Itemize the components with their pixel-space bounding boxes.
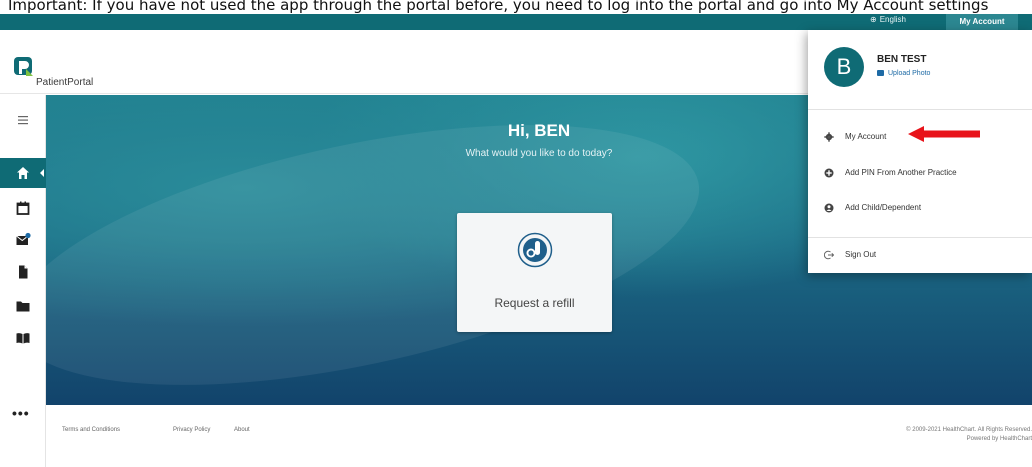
hero-background-sheen xyxy=(46,95,722,405)
footer-link-terms[interactable]: Terms and Conditions xyxy=(62,427,120,433)
page-footer: Terms and Conditions Privacy Policy Abou… xyxy=(46,405,1032,467)
menu-icon xyxy=(18,116,28,125)
menu-item-add-dependent[interactable]: Add Child/Dependent xyxy=(808,195,1032,221)
account-dropdown-menu: B BEN TEST Upload Photo My Account Add P… xyxy=(808,30,1032,273)
sidebar-item-home[interactable] xyxy=(0,158,46,188)
menu-item-label: My Account xyxy=(845,132,887,141)
person-circle-icon xyxy=(824,203,834,213)
sidebar-nav: ••• xyxy=(0,95,46,467)
sidebar-item-education[interactable] xyxy=(0,323,46,353)
sidebar-more-button[interactable]: ••• xyxy=(12,405,30,421)
sign-out-label: Sign Out xyxy=(845,250,877,259)
sidebar-item-documents[interactable] xyxy=(0,257,46,287)
menu-item-sign-out[interactable]: Sign Out xyxy=(808,242,1032,268)
menu-divider xyxy=(808,237,1032,238)
sidebar-item-records[interactable] xyxy=(0,291,46,321)
sidebar-item-appointments[interactable] xyxy=(0,193,46,223)
red-arrow-annotation xyxy=(908,126,980,142)
footer-powered-by: Powered by HealthChart xyxy=(966,436,1032,442)
patient-portal-screen: Important: If you have not used the app … xyxy=(0,0,1032,467)
language-selector[interactable]: ⊕ English xyxy=(870,15,906,24)
gear-icon xyxy=(824,132,834,142)
menu-item-add-pin[interactable]: Add PIN From Another Practice xyxy=(808,160,1032,186)
footer-copyright: © 2009-2021 HealthChart. All Rights Rese… xyxy=(906,427,1032,433)
mail-icon xyxy=(16,232,31,245)
book-icon xyxy=(16,333,30,344)
document-icon xyxy=(19,265,28,279)
user-name: BEN TEST xyxy=(877,54,927,65)
sidebar-item-messages[interactable] xyxy=(0,225,46,255)
menu-item-label: Add PIN From Another Practice xyxy=(845,168,957,177)
my-account-top-button[interactable]: My Account xyxy=(946,14,1018,30)
footer-link-about[interactable]: About xyxy=(234,427,250,433)
pill-icon xyxy=(517,232,553,268)
logo-text[interactable]: PatientPortal xyxy=(36,77,93,88)
upload-photo-link[interactable]: Upload Photo xyxy=(877,70,930,77)
account-menu-header: B BEN TEST Upload Photo xyxy=(808,30,1032,110)
avatar: B xyxy=(824,47,864,87)
logo-icon xyxy=(14,57,33,76)
language-label: English xyxy=(879,15,906,24)
instruction-caption-text: Important: If you have not used the app … xyxy=(8,0,989,14)
menu-item-label: Add Child/Dependent xyxy=(845,203,922,212)
request-refill-label: Request a refill xyxy=(494,296,575,310)
globe-icon: ⊕ xyxy=(870,15,877,24)
upload-photo-label: Upload Photo xyxy=(888,70,931,77)
plus-circle-icon xyxy=(824,168,834,178)
request-refill-card[interactable]: Request a refill xyxy=(457,213,612,332)
utility-bar: ⊕ English My Account xyxy=(0,14,1032,30)
instruction-caption: Important: If you have not used the app … xyxy=(0,0,1032,14)
sidebar-menu-toggle[interactable] xyxy=(0,105,46,135)
footer-link-privacy[interactable]: Privacy Policy xyxy=(173,427,210,433)
calendar-icon xyxy=(16,201,30,215)
home-icon xyxy=(17,167,29,179)
sign-out-icon xyxy=(824,250,834,260)
camera-icon xyxy=(877,70,884,76)
folder-icon xyxy=(16,301,30,312)
